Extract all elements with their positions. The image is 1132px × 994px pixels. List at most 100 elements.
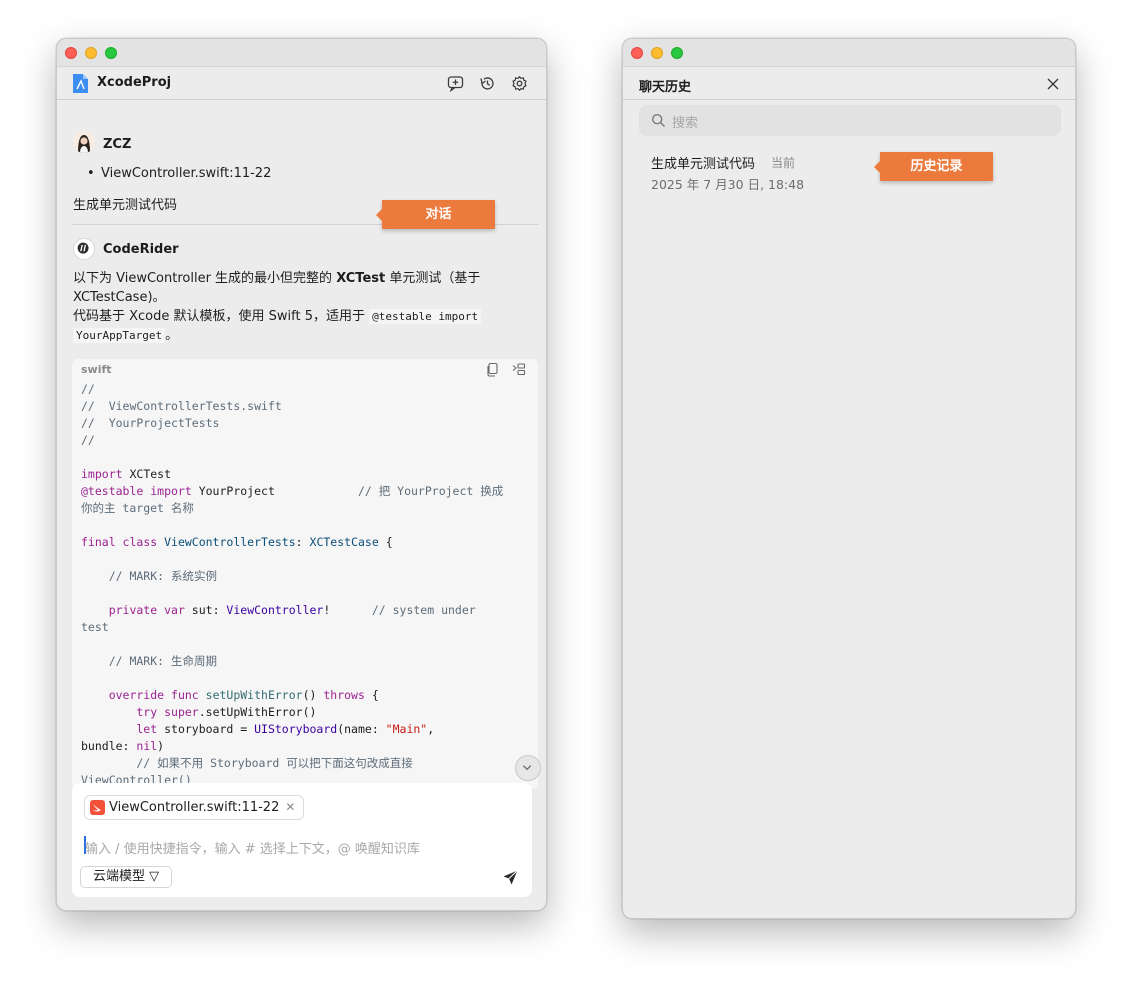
code-token: import (143, 484, 192, 498)
assistant-line-3: 代码基于 Xcode 默认模板，使用 Swift 5，适用于 @testable… (73, 307, 543, 326)
search-icon (651, 113, 665, 127)
code-line: // (81, 382, 95, 396)
code-token: ) (157, 739, 165, 753)
code-token: ViewControllerTests (157, 535, 296, 549)
code-token: { (364, 688, 379, 702)
assistant-line-4: YourAppTarget。 (73, 326, 178, 345)
swift-icon (90, 800, 105, 815)
close-window-button[interactable] (631, 47, 643, 59)
history-header: 聊天历史 (623, 67, 1075, 100)
history-icon[interactable] (479, 75, 496, 92)
intro-text-2: 单元测试（基于 (385, 271, 481, 286)
code-token: { (378, 535, 393, 549)
intro-text-4: 。 (165, 328, 179, 343)
minimize-window-button[interactable] (85, 47, 97, 59)
code-token: nil (136, 739, 158, 753)
chat-header: XcodeProj (57, 67, 546, 100)
code-token: test (81, 620, 109, 634)
code-language-label: swift (81, 363, 112, 376)
code-token: sut: (184, 603, 227, 617)
user-message: 生成单元测试代码 (73, 198, 178, 213)
code-token: let (81, 722, 158, 736)
zoom-window-button[interactable] (671, 47, 683, 59)
code-token: // 如果不用 Storyboard 可以把下面这句改成直接 (81, 756, 413, 770)
zoom-window-button[interactable] (105, 47, 117, 59)
scroll-to-bottom-button[interactable] (515, 755, 541, 781)
code-token: .setUpWithError() (198, 705, 317, 719)
message-composer: ViewController.swift:11-22 ✕ 输入 / 使用快捷指令，… (72, 783, 532, 897)
context-chip-label: ViewController.swift:11-22 (109, 800, 280, 815)
code-token: YourProject (191, 484, 275, 498)
user-avatar (73, 131, 95, 153)
conversation-callout: 对话 (376, 200, 495, 229)
code-token: ViewController (226, 603, 324, 617)
chat-window: XcodeProj ZCZ • ViewController.swift:11-… (56, 38, 547, 911)
history-callout: 历史记录 (874, 152, 993, 181)
code-token: class (115, 535, 158, 549)
code-token: // MARK: 生命周期 (81, 654, 218, 668)
code-token: final (81, 535, 116, 549)
bullet-dot: • (87, 166, 95, 181)
remove-context-icon[interactable]: ✕ (285, 800, 295, 814)
code-token: XCTestCase (309, 535, 379, 549)
history-item-title: 生成单元测试代码 (651, 157, 756, 172)
app-title: XcodeProj (97, 75, 172, 90)
code-token: import (81, 467, 123, 481)
history-item-date: 2025 年 7 月30 日, 18:48 (651, 177, 805, 192)
model-selector-button[interactable]: 云端模型 ▽ (80, 866, 173, 888)
code-line: // YourProjectTests (81, 416, 220, 430)
close-icon[interactable] (1046, 77, 1060, 91)
code-token: setUpWithError (198, 688, 303, 702)
code-token: XCTest (122, 467, 172, 481)
code-token: // system under (330, 603, 476, 617)
code-line: // ViewControllerTests.swift (81, 399, 282, 413)
code-token: bundle: (81, 739, 137, 753)
intro-text-1: 以下为 ViewController 生成的最小但完整的 (73, 271, 337, 286)
message-input[interactable]: 输入 / 使用快捷指令，输入 # 选择上下文，@ 唤醒知识库 (85, 838, 420, 857)
coderider-avatar (73, 238, 95, 260)
code-token: // 把 YourProject 换成 (274, 484, 504, 498)
inline-code-target: YourAppTarget (73, 328, 166, 343)
code-token: 你的主 target 名称 (81, 501, 194, 515)
send-icon[interactable] (502, 869, 519, 886)
code-token: "Main" (385, 722, 428, 736)
xcodeproj-file-icon (73, 74, 88, 93)
code-block: swift // // ViewControllerTests.swift //… (72, 359, 538, 789)
assistant-name: CodeRider (103, 242, 179, 257)
title-bar (57, 39, 546, 67)
context-chip[interactable]: ViewController.swift:11-22 ✕ (84, 795, 305, 820)
context-file-reference[interactable]: ViewController.swift:11-22 (101, 164, 271, 183)
assistant-line-2: XCTestCase)。 (73, 290, 166, 305)
history-title: 聊天历史 (639, 80, 692, 95)
new-chat-icon[interactable] (447, 75, 464, 92)
code-token: UIStoryboard (254, 722, 338, 736)
code-token: override (81, 688, 165, 702)
history-search-field[interactable]: 搜索 (639, 105, 1061, 136)
code-token: super (157, 705, 199, 719)
code-token: , (427, 722, 435, 736)
code-token: : (295, 535, 310, 549)
code-token: throws (323, 688, 365, 702)
search-placeholder: 搜索 (672, 116, 699, 131)
code-token: () (302, 688, 324, 702)
close-window-button[interactable] (65, 47, 77, 59)
inline-code-testable: @testable import (369, 309, 482, 324)
history-window: 聊天历史 搜索 生成单元测试代码 当前 2025 年 7 月30 日, 18:4… (622, 38, 1076, 919)
intro-bold-xctest: XCTest (336, 271, 386, 286)
code-line: // (81, 433, 95, 447)
settings-icon[interactable] (511, 75, 528, 92)
user-name: ZCZ (103, 137, 132, 152)
code-token: storyboard = (157, 722, 255, 736)
current-badge: 当前 (771, 156, 796, 170)
copy-icon[interactable] (485, 362, 500, 377)
chevron-down-icon (522, 765, 532, 771)
code-content: // // ViewControllerTests.swift // YourP… (81, 381, 536, 789)
code-token: private (81, 603, 158, 617)
insert-icon[interactable] (511, 362, 526, 377)
assistant-intro: 以下为 ViewController 生成的最小但完整的 XCTest 单元测试… (73, 269, 533, 288)
minimize-window-button[interactable] (651, 47, 663, 59)
code-token: (name: (337, 722, 386, 736)
code-token: @testable (81, 484, 144, 498)
code-token: func (164, 688, 199, 702)
title-bar (623, 39, 1075, 67)
